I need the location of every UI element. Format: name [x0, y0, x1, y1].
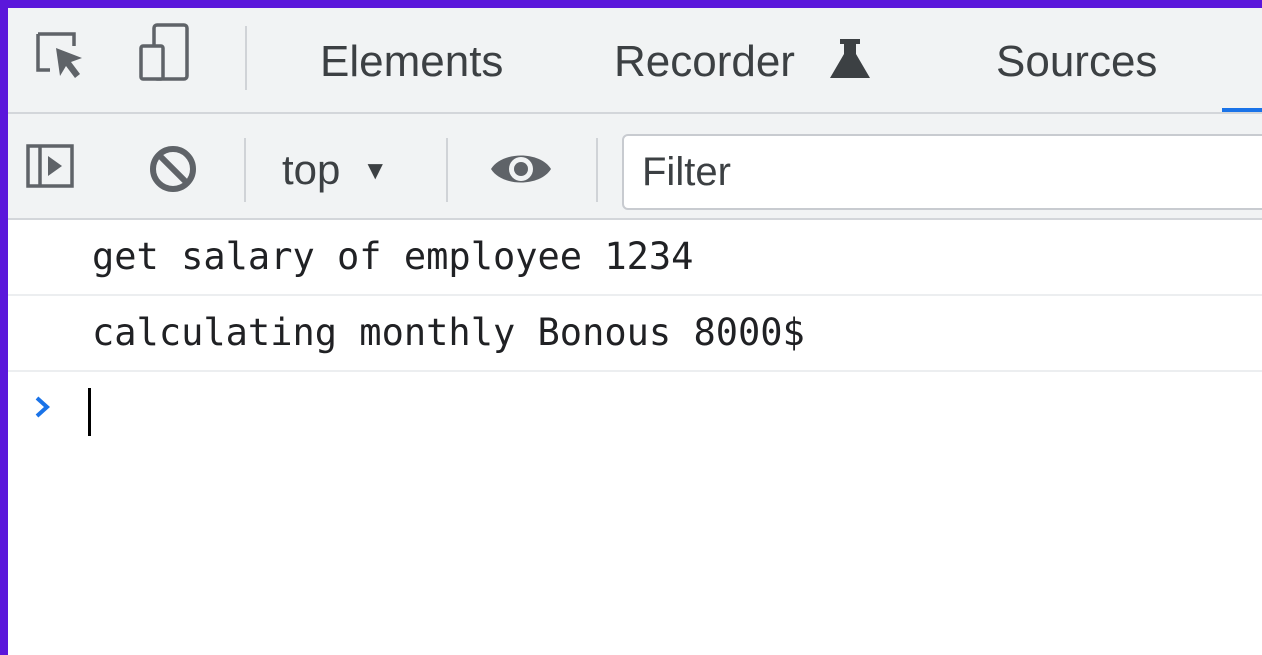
- tab-elements[interactable]: Elements: [320, 36, 503, 88]
- devtools-tab-bar: Elements Recorder Sources: [8, 8, 1262, 114]
- tab-sources-label: Sources: [996, 37, 1158, 86]
- toolbar-separator: [244, 138, 246, 202]
- caret-down-icon: ▼: [362, 154, 389, 185]
- console-messages: get salary of employee 1234 calculating …: [8, 220, 1262, 452]
- tab-recorder-label: Recorder: [614, 37, 795, 86]
- inspect-element-icon[interactable]: [34, 30, 86, 82]
- sidebar-toggle-icon[interactable]: [26, 144, 74, 188]
- console-message-text: get salary of employee 1234: [92, 235, 694, 278]
- toolbar-separator: [596, 138, 598, 202]
- flask-icon: [830, 39, 870, 78]
- filter-input[interactable]: [622, 134, 1262, 210]
- context-value: top: [282, 146, 341, 193]
- toolbar-separator: [446, 138, 448, 202]
- devtools-panel: Elements Recorder Sources top ▼ Filter g…: [8, 8, 1262, 655]
- console-toolbar: top ▼: [8, 114, 1262, 220]
- tab-sources[interactable]: Sources: [996, 36, 1157, 88]
- console-message: get salary of employee 1234: [8, 220, 1262, 296]
- device-toggle-icon[interactable]: [138, 22, 190, 82]
- console-input[interactable]: [86, 386, 1226, 438]
- console-prompt[interactable]: [8, 372, 1262, 452]
- console-message-text: calculating monthly Bonous 8000$: [92, 311, 805, 354]
- context-selector[interactable]: top ▼: [282, 144, 388, 196]
- tab-separator: [245, 26, 247, 90]
- clear-console-icon[interactable]: [148, 144, 198, 194]
- eye-icon[interactable]: [488, 146, 554, 192]
- active-tab-indicator: [1222, 108, 1262, 112]
- tab-recorder[interactable]: Recorder: [614, 36, 795, 88]
- console-message: calculating monthly Bonous 8000$: [8, 296, 1262, 372]
- text-caret: [88, 388, 91, 436]
- tab-elements-label: Elements: [320, 37, 504, 86]
- chevron-right-icon: [35, 396, 50, 418]
